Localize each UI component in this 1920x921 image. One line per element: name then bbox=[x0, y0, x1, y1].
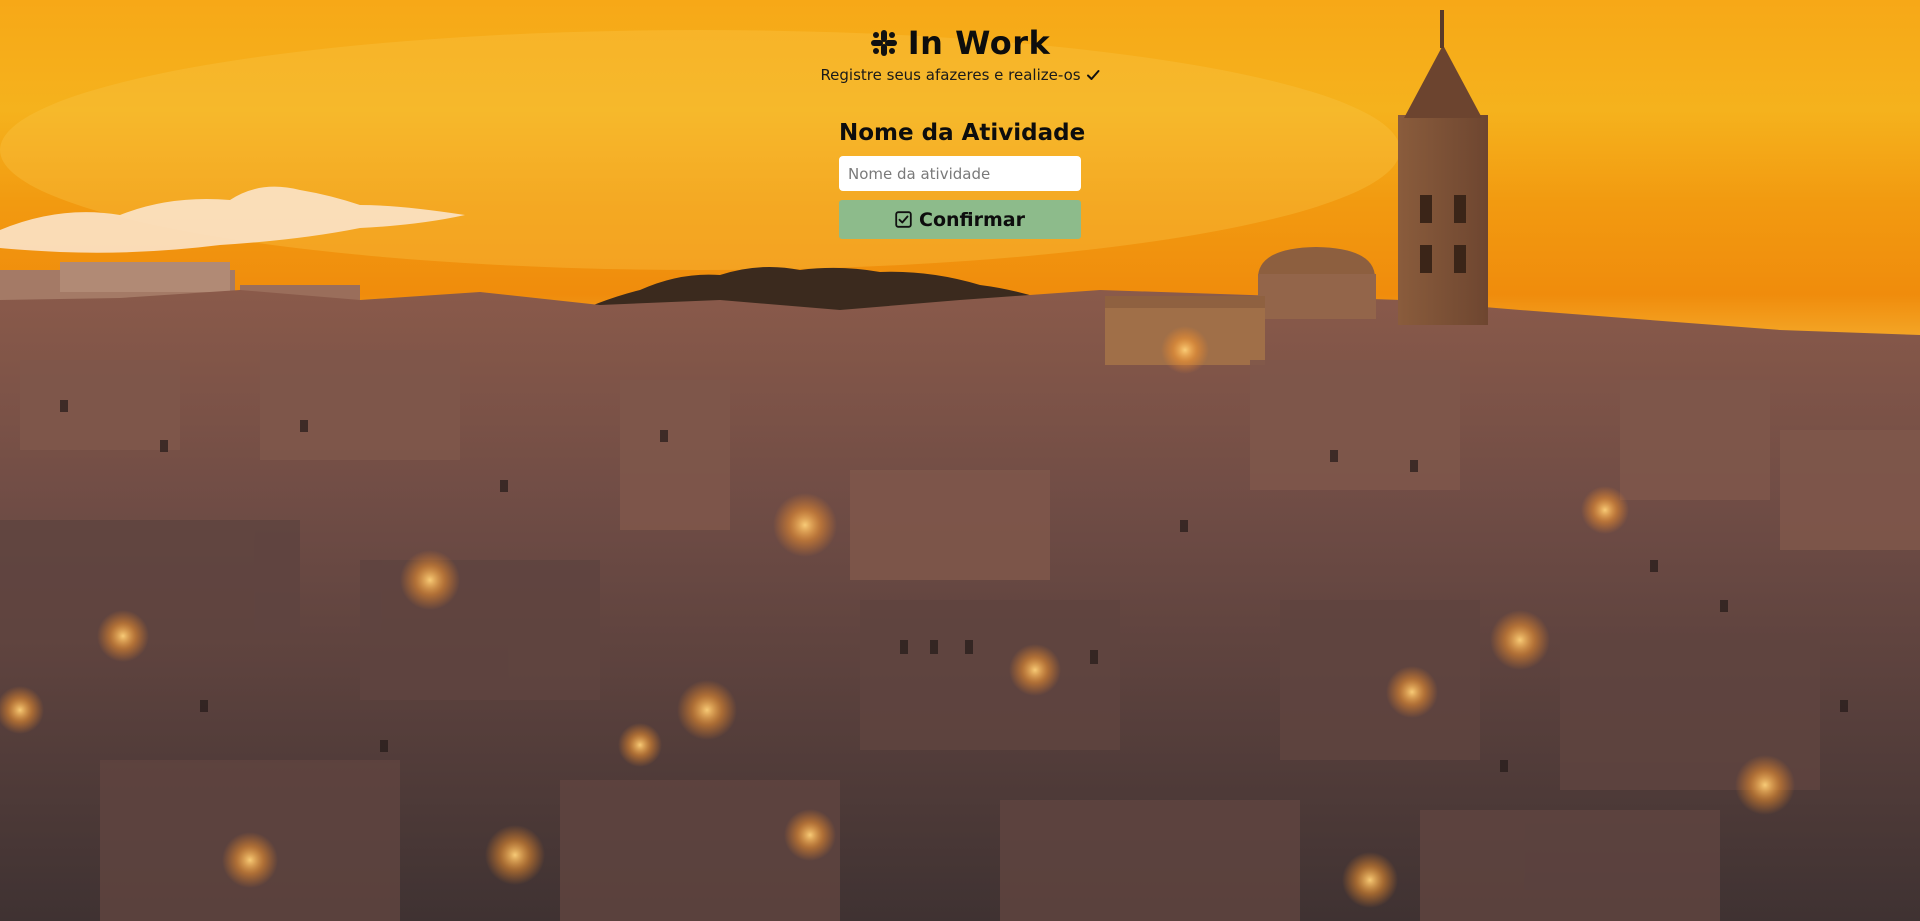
activity-name-input[interactable] bbox=[839, 156, 1081, 191]
tagline-text: Registre seus afazeres e realize-os bbox=[820, 66, 1081, 84]
slack-hash-icon bbox=[870, 30, 897, 56]
activity-name-label: Nome da Atividade bbox=[839, 120, 1086, 146]
activity-form: Nome da Atividade Confirmar bbox=[839, 120, 1086, 239]
check-icon bbox=[1086, 70, 1100, 80]
confirm-button[interactable]: Confirmar bbox=[839, 200, 1081, 239]
app-title: In Work bbox=[907, 24, 1051, 62]
confirm-button-label: Confirmar bbox=[919, 208, 1025, 231]
app-header: In Work Registre seus afazeres e realize… bbox=[0, 22, 1920, 84]
check-square-icon bbox=[895, 211, 912, 228]
brand: In Work bbox=[870, 22, 1051, 64]
app-tagline: Registre seus afazeres e realize-os bbox=[820, 66, 1100, 84]
app-page: In Work Registre seus afazeres e realize… bbox=[0, 0, 1920, 921]
